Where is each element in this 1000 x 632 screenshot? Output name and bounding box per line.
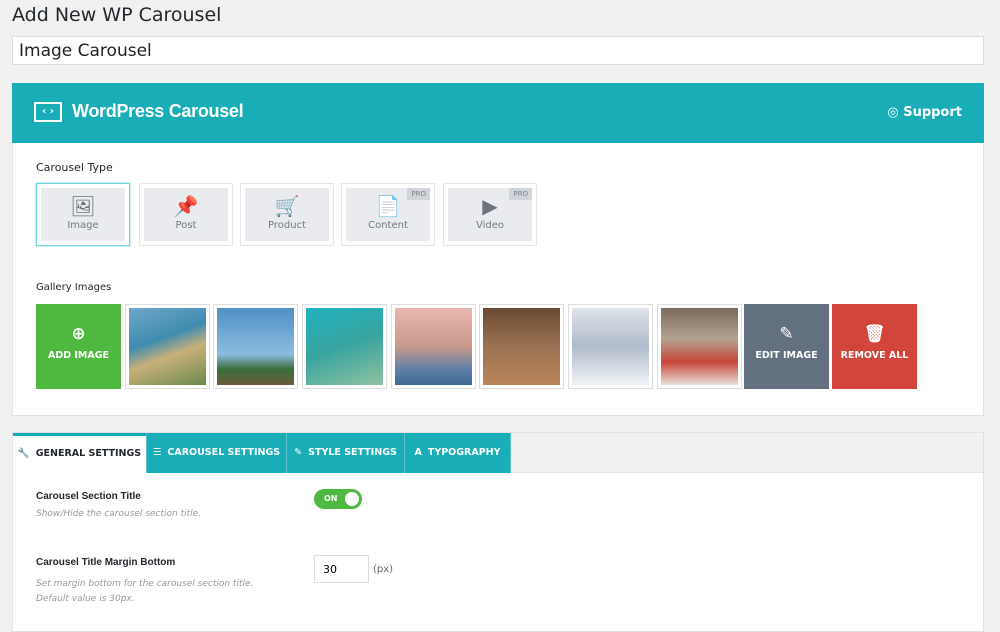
tab-label: STYLE SETTINGS <box>308 447 397 458</box>
add-image-label: ADD IMAGE <box>47 350 110 361</box>
tab-style-settings[interactable]: ✎ STYLE SETTINGS <box>287 433 405 473</box>
thumbnail <box>217 308 294 385</box>
lifebuoy-icon: ◎ <box>887 105 899 120</box>
section-title-desc: Show/Hide the carousel section title. <box>36 509 202 519</box>
remove-all-button[interactable]: 🗑 REMOVE ALL <box>832 304 917 389</box>
edit-image-button[interactable]: ✎ EDIT IMAGE <box>744 304 829 389</box>
type-inner: 📌 Post <box>144 188 228 241</box>
pro-badge: PRO <box>509 188 532 200</box>
type-label: Image <box>67 220 99 231</box>
type-inner: 📄 Content PRO <box>346 188 430 241</box>
thumbnail <box>661 308 738 385</box>
brand-title: WordPress Carousel <box>72 101 244 121</box>
tab-label: TYPOGRAPHY <box>427 447 501 458</box>
gallery-image-wind-turbines[interactable] <box>213 304 298 389</box>
carousel-type-video[interactable]: ▶ Video PRO <box>443 183 537 246</box>
gallery-image-sea-turtle[interactable] <box>302 304 387 389</box>
margin-bottom-input[interactable] <box>314 555 369 583</box>
trash-icon: 🗑 <box>863 324 886 344</box>
gallery-image-coastline[interactable] <box>125 304 210 389</box>
carousel-type-product[interactable]: 🛒 Product <box>240 183 334 246</box>
support-link[interactable]: ◎ Support <box>887 105 962 120</box>
tab-typography[interactable]: A TYPOGRAPHY <box>405 433 511 473</box>
pro-badge: PRO <box>407 188 430 200</box>
carousel-type-image[interactable]: 🖼 Image <box>36 183 130 246</box>
settings-panel: 🔧 GENERAL SETTINGS ☰ CAROUSEL SETTINGS ✎ STYL… <box>12 432 984 632</box>
carousel-type-post[interactable]: 📌 Post <box>139 183 233 246</box>
brush-icon: ✎ <box>294 447 303 458</box>
plus-circle-icon: ⊕ <box>71 324 86 344</box>
type-label: Video <box>475 220 505 231</box>
type-inner: 🖼 Image <box>41 188 125 241</box>
add-image-button[interactable]: ⊕ ADD IMAGE <box>36 304 121 389</box>
plugin-header: ‹ › WordPress Carousel ◎ Support <box>12 83 984 143</box>
gallery-image-mars-rover[interactable] <box>479 304 564 389</box>
font-icon: A <box>414 447 422 458</box>
page-title: Add New WP Carousel <box>12 4 222 26</box>
gallery-image-venice-canal[interactable] <box>391 304 476 389</box>
toggle-knob <box>345 492 359 506</box>
thumbnail <box>572 308 649 385</box>
wrench-icon: 🔧 <box>17 448 30 459</box>
pushpin-icon: 📌 <box>173 194 199 218</box>
thumbnail <box>306 308 383 385</box>
carousel-type-panel: Carousel Type 🖼 Image 📌 Post 🛒 Product 📄 Conten… <box>12 143 984 416</box>
type-inner: ▶ Video PRO <box>448 188 532 241</box>
carousel-type-label: Carousel Type <box>36 161 113 174</box>
type-label: Post <box>175 220 197 231</box>
tab-general-settings[interactable]: 🔧 GENERAL SETTINGS <box>13 433 147 473</box>
edit-icon: ✎ <box>779 324 794 344</box>
cart-icon: 🛒 <box>274 194 300 218</box>
thumbnail <box>483 308 560 385</box>
gallery-image-snowy-mountain[interactable] <box>568 304 653 389</box>
tab-carousel-settings[interactable]: ☰ CAROUSEL SETTINGS <box>147 433 287 473</box>
image-icon: 🖼 <box>70 194 96 218</box>
carousel-title-input[interactable] <box>12 36 984 65</box>
section-title-label: Carousel Section Title <box>36 491 141 502</box>
type-label: Content <box>368 220 408 231</box>
gallery-label: Gallery Images <box>36 282 112 293</box>
margin-unit: (px) <box>373 564 394 575</box>
settings-tabs: 🔧 GENERAL SETTINGS ☰ CAROUSEL SETTINGS ✎ STYL… <box>13 433 983 473</box>
support-label: Support <box>903 105 962 120</box>
type-inner: 🛒 Product <box>245 188 329 241</box>
carousel-type-content[interactable]: 📄 Content PRO <box>341 183 435 246</box>
tab-label: CAROUSEL SETTINGS <box>167 447 281 458</box>
gallery-image-strawberries[interactable] <box>657 304 742 389</box>
thumbnail <box>395 308 472 385</box>
type-label: Product <box>268 220 306 231</box>
edit-image-label: EDIT IMAGE <box>755 350 818 361</box>
margin-bottom-default: Default value is 30px. <box>36 594 135 604</box>
tab-label: GENERAL SETTINGS <box>35 448 142 459</box>
toggle-state: ON <box>324 494 338 503</box>
sliders-icon: ☰ <box>152 447 162 458</box>
section-title-toggle[interactable]: ON <box>314 489 362 509</box>
margin-bottom-label: Carousel Title Margin Bottom <box>36 557 176 568</box>
thumbnail <box>129 308 206 385</box>
margin-bottom-desc: Set margin bottom for the carousel secti… <box>36 579 254 589</box>
code-brackets-icon: ‹ › <box>34 102 62 122</box>
remove-all-label: REMOVE ALL <box>840 350 909 361</box>
